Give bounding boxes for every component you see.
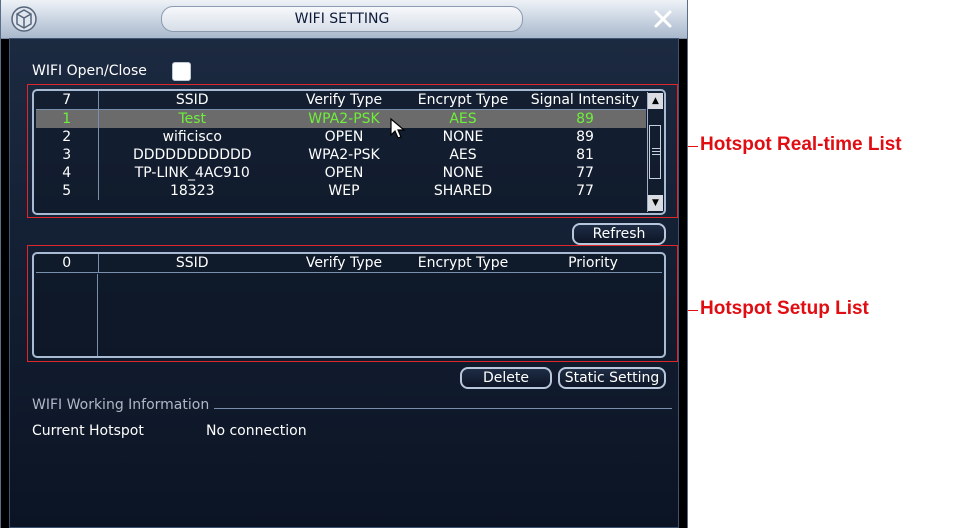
refresh-button[interactable]: Refresh: [572, 223, 666, 245]
realtime-list-callout: Hotspot Real-time List: [700, 134, 902, 155]
callout-leader: [688, 146, 698, 147]
wifi-toggle-checkbox[interactable]: [172, 62, 191, 81]
current-hotspot-label: Current Hotspot: [32, 423, 144, 439]
realtime-list-highlight: [27, 84, 678, 218]
working-info-divider: [214, 408, 672, 409]
callout-leader: [688, 310, 698, 311]
wifi-toggle-label: WIFI Open/Close: [32, 63, 147, 79]
setup-list-callout: Hotspot Setup List: [700, 298, 869, 319]
app-logo-icon: [11, 6, 37, 32]
title-bar: WIFI SETTING: [1, 0, 687, 39]
static-setting-button[interactable]: Static Setting: [558, 367, 666, 389]
delete-button[interactable]: Delete: [460, 367, 552, 389]
window-title: WIFI SETTING: [161, 6, 523, 32]
setup-list-highlight: [27, 245, 678, 362]
close-icon[interactable]: [652, 8, 674, 30]
current-hotspot-value: No connection: [206, 423, 307, 439]
working-info-title: WIFI Working Information: [32, 397, 210, 413]
